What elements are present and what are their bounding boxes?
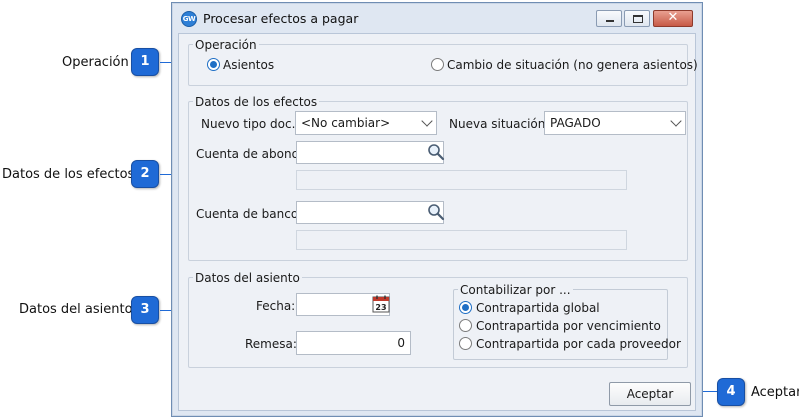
window-title: Procesar efectos a pagar [203, 11, 359, 26]
aceptar-button[interactable]: Aceptar [609, 382, 691, 406]
callout-label-datos-efectos: Datos de los efectos [2, 167, 135, 182]
radio-contrapartida-proveedor-label[interactable]: Contrapartida por cada proveedor [476, 337, 681, 351]
remesa-value: 0 [397, 336, 405, 350]
callout-badge-2: 2 [131, 160, 159, 188]
radio-cambio-situacion-label[interactable]: Cambio de situación (no genera asientos) [447, 58, 698, 72]
cuenta-banco-label: Cuenta de banco: [196, 207, 303, 221]
title-bar[interactable]: GW Procesar efectos a pagar ✕ [172, 3, 702, 33]
radio-selected-dot [210, 61, 217, 68]
group-datos-asiento-legend: Datos del asiento [193, 271, 302, 285]
radio-asientos[interactable] [207, 58, 220, 71]
callout-label-aceptar: Aceptar [751, 385, 799, 400]
nueva-situacion-value: PAGADO [550, 116, 601, 130]
group-contabilizar-legend: Contabilizar por ... [458, 283, 573, 297]
callout-badge-3: 3 [131, 296, 159, 324]
radio-selected-dot [462, 304, 469, 311]
minimize-button[interactable] [596, 10, 622, 27]
radio-contrapartida-proveedor[interactable] [459, 337, 472, 350]
cuenta-abono-input[interactable] [296, 141, 444, 164]
maximize-button[interactable] [624, 10, 650, 27]
callout-badge-4: 4 [717, 378, 745, 406]
cuenta-banco-description [296, 230, 627, 250]
radio-cambio-situacion[interactable] [431, 58, 444, 71]
callout-label-operacion: Operación [62, 55, 129, 70]
search-icon[interactable] [427, 143, 445, 161]
dialog-window: GW Procesar efectos a pagar ✕ Operación … [171, 2, 703, 417]
radio-asientos-label[interactable]: Asientos [223, 58, 274, 72]
callout-badge-1: 1 [131, 48, 159, 76]
minimize-icon [606, 20, 614, 22]
nuevo-tipo-doc-label: Nuevo tipo doc.: [201, 117, 300, 131]
radio-contrapartida-global-label[interactable]: Contrapartida global [476, 301, 600, 315]
callout-label-datos-asiento: Datos del asiento [19, 302, 133, 317]
nuevo-tipo-doc-select[interactable]: <No cambiar> [295, 111, 437, 135]
calendar-day-text: 23 [375, 303, 386, 312]
close-button[interactable]: ✕ [653, 10, 693, 27]
nueva-situacion-label: Nueva situación: [449, 117, 550, 131]
remesa-input[interactable]: 0 [296, 331, 411, 355]
dialog-body: Operación Asientos Cambio de situación (… [178, 33, 698, 411]
app-logo-icon: GW [181, 11, 197, 27]
calendar-icon[interactable]: 23 [372, 295, 390, 313]
radio-contrapartida-global[interactable] [459, 301, 472, 314]
group-datos-efectos-legend: Datos de los efectos [193, 95, 320, 109]
chevron-down-icon [670, 115, 682, 127]
chevron-down-icon [421, 115, 433, 127]
search-icon[interactable] [427, 203, 445, 221]
maximize-icon [633, 15, 643, 23]
cuenta-abono-label: Cuenta de abono: [196, 147, 303, 161]
remesa-label: Remesa: [245, 337, 297, 351]
nuevo-tipo-doc-value: <No cambiar> [301, 116, 391, 130]
radio-contrapartida-vencimiento[interactable] [459, 319, 472, 332]
group-operacion-legend: Operación [193, 38, 259, 52]
cuenta-banco-input[interactable] [296, 201, 444, 224]
close-icon: ✕ [667, 10, 679, 25]
radio-contrapartida-vencimiento-label[interactable]: Contrapartida por vencimiento [476, 319, 661, 333]
cuenta-abono-description [296, 170, 627, 190]
nueva-situacion-select[interactable]: PAGADO [544, 111, 686, 135]
fecha-label: Fecha: [256, 299, 296, 313]
